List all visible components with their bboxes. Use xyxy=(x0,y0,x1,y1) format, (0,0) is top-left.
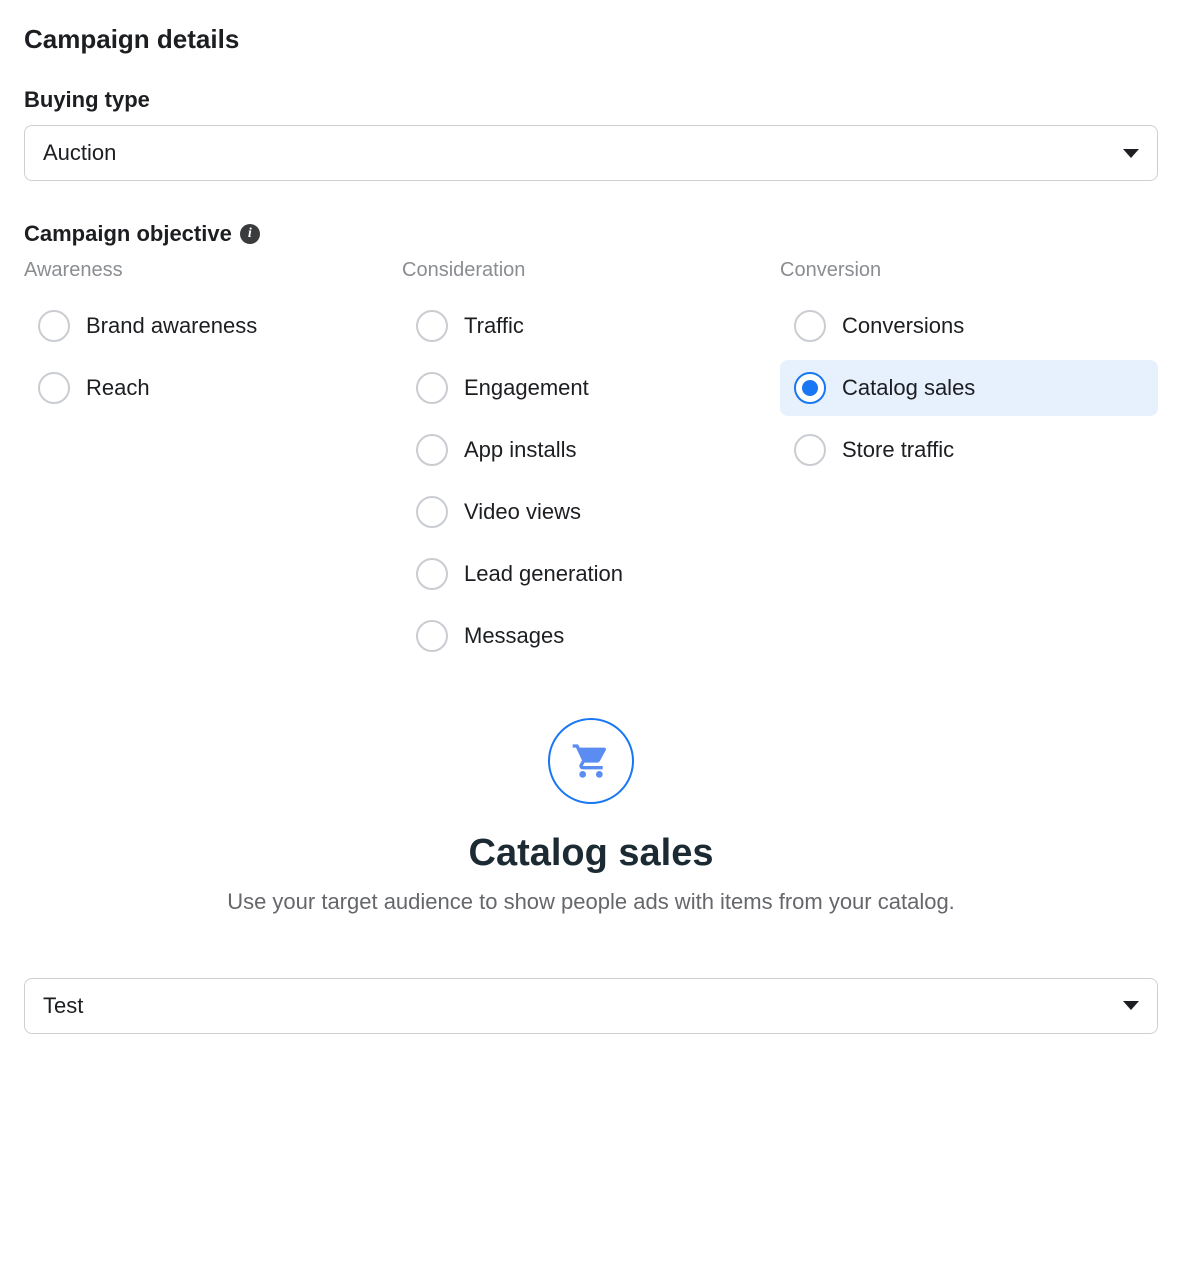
radio-traffic[interactable]: Traffic xyxy=(402,298,780,354)
radio-circle-icon xyxy=(794,372,826,404)
radio-conversions[interactable]: Conversions xyxy=(780,298,1158,354)
radio-circle-icon xyxy=(794,310,826,342)
objective-detail-title: Catalog sales xyxy=(181,832,1001,875)
shopping-cart-icon xyxy=(548,718,634,804)
campaign-details-heading: Campaign details xyxy=(24,24,1158,55)
conversion-column: Conversion Conversions Catalog sales Sto… xyxy=(780,259,1158,670)
radio-label: Video views xyxy=(464,499,581,525)
objective-detail-description: Use your target audience to show people … xyxy=(181,887,1001,918)
radio-app-installs[interactable]: App installs xyxy=(402,422,780,478)
radio-circle-icon xyxy=(38,372,70,404)
info-icon[interactable]: i xyxy=(240,224,260,244)
radio-brand-awareness[interactable]: Brand awareness xyxy=(24,298,402,354)
radio-video-views[interactable]: Video views xyxy=(402,484,780,540)
radio-circle-icon xyxy=(416,620,448,652)
radio-messages[interactable]: Messages xyxy=(402,608,780,664)
catalog-select[interactable]: Test xyxy=(24,978,1158,1034)
catalog-select-value: Test xyxy=(43,993,83,1019)
radio-circle-icon xyxy=(416,372,448,404)
objective-columns: Awareness Brand awareness Reach Consider… xyxy=(24,259,1158,670)
radio-circle-icon xyxy=(416,310,448,342)
campaign-objective-label: Campaign objective i xyxy=(24,221,1158,247)
radio-label: Catalog sales xyxy=(842,375,975,401)
radio-label: Brand awareness xyxy=(86,313,257,339)
radio-circle-icon xyxy=(416,558,448,590)
radio-store-traffic[interactable]: Store traffic xyxy=(780,422,1158,478)
buying-type-value: Auction xyxy=(43,140,116,166)
radio-circle-icon xyxy=(416,434,448,466)
caret-down-icon xyxy=(1123,149,1139,158)
radio-circle-icon xyxy=(38,310,70,342)
consideration-header: Consideration xyxy=(402,259,780,282)
radio-label: Messages xyxy=(464,623,564,649)
radio-label: Lead generation xyxy=(464,561,623,587)
radio-label: Conversions xyxy=(842,313,964,339)
radio-lead-generation[interactable]: Lead generation xyxy=(402,546,780,602)
radio-label: Engagement xyxy=(464,375,589,401)
awareness-header: Awareness xyxy=(24,259,402,282)
radio-reach[interactable]: Reach xyxy=(24,360,402,416)
objective-detail: Catalog sales Use your target audience t… xyxy=(181,718,1001,918)
buying-type-label: Buying type xyxy=(24,87,1158,113)
buying-type-label-text: Buying type xyxy=(24,87,150,113)
caret-down-icon xyxy=(1123,1001,1139,1010)
radio-label: App installs xyxy=(464,437,577,463)
radio-circle-icon xyxy=(794,434,826,466)
radio-circle-icon xyxy=(416,496,448,528)
radio-label: Store traffic xyxy=(842,437,954,463)
consideration-column: Consideration Traffic Engagement App ins… xyxy=(402,259,780,670)
radio-engagement[interactable]: Engagement xyxy=(402,360,780,416)
conversion-header: Conversion xyxy=(780,259,1158,282)
radio-catalog-sales[interactable]: Catalog sales xyxy=(780,360,1158,416)
radio-label: Traffic xyxy=(464,313,524,339)
buying-type-select[interactable]: Auction xyxy=(24,125,1158,181)
awareness-column: Awareness Brand awareness Reach xyxy=(24,259,402,670)
radio-label: Reach xyxy=(86,375,150,401)
campaign-objective-label-text: Campaign objective xyxy=(24,221,232,247)
